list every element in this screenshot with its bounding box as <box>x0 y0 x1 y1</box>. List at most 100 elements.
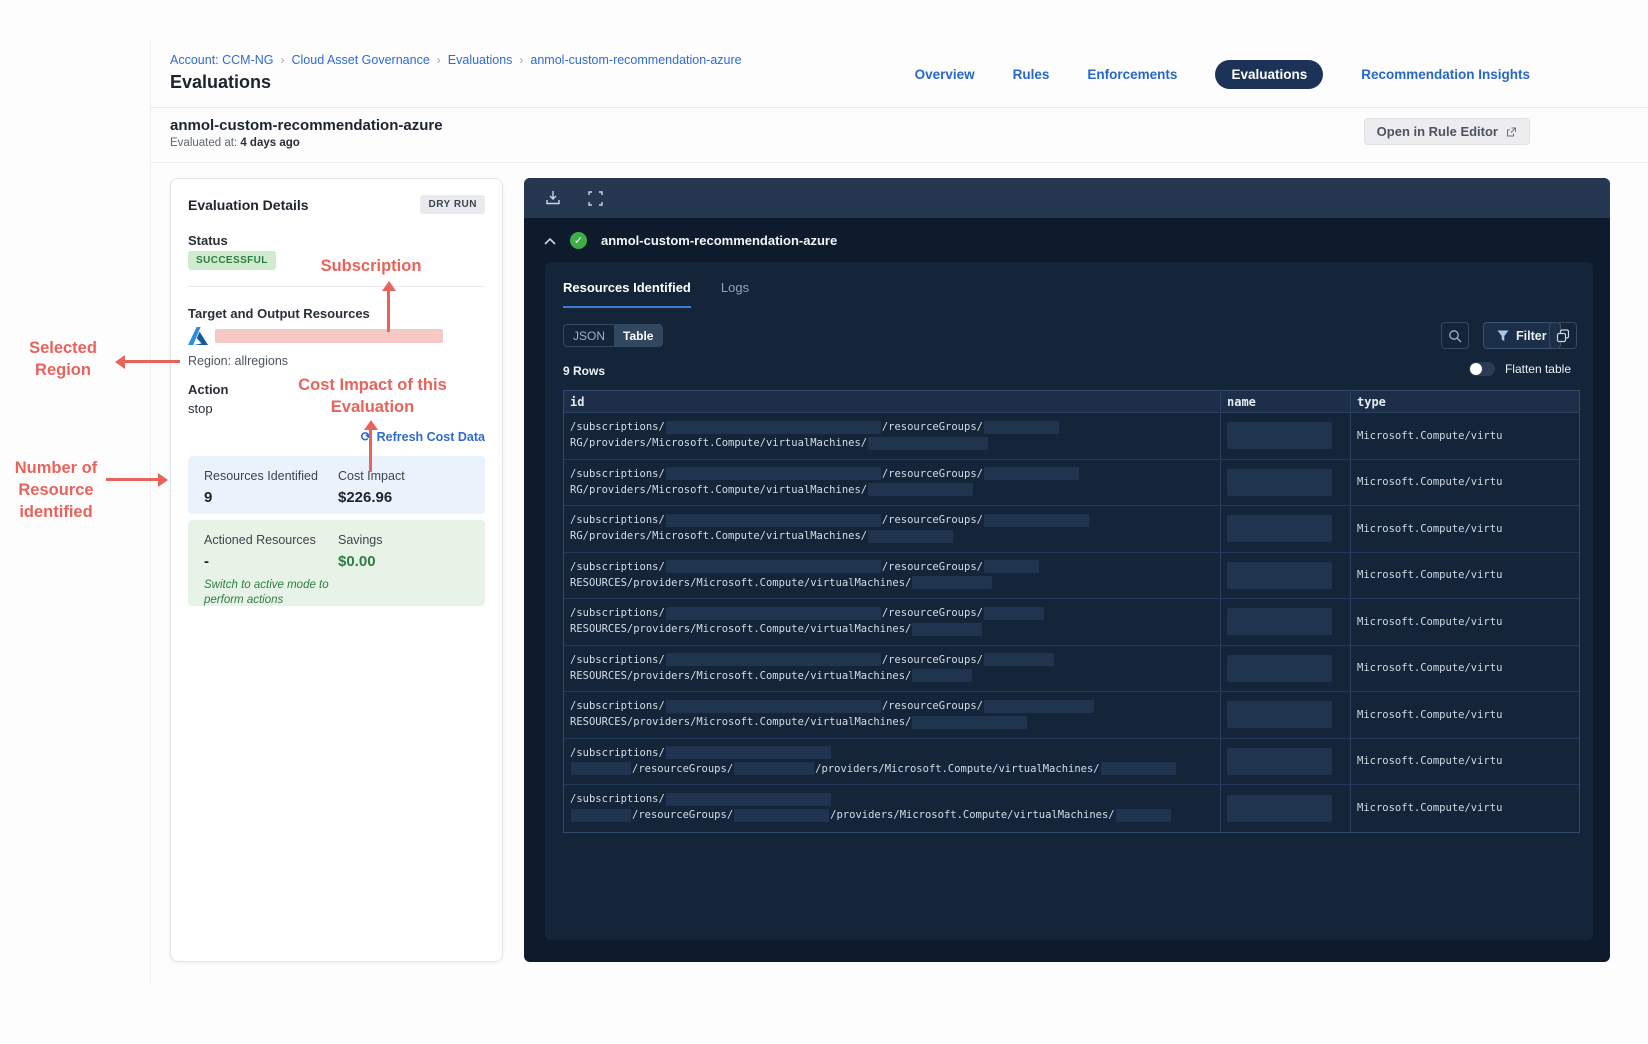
tab-overview[interactable]: Overview <box>915 67 975 82</box>
azure-icon <box>188 327 208 345</box>
annotation-resource-count: Number of Resource identified <box>0 457 112 523</box>
subheader-divider <box>150 162 1648 163</box>
download-icon[interactable] <box>544 189 562 207</box>
run-title: anmol-custom-recommendation-azure <box>601 233 838 248</box>
resource-type-text: Microsoft.Compute/virtu <box>1357 708 1503 721</box>
savings-value: $0.00 <box>338 553 376 570</box>
table-row[interactable]: /subscriptions/ /resourceGroups/RG/provid… <box>564 506 1579 553</box>
resource-id-text: RESOURCES/providers/Microsoft.Compute/vi… <box>570 623 912 635</box>
resource-id-text: /resourceGroups/ <box>881 514 983 526</box>
tab-logs[interactable]: Logs <box>721 280 749 308</box>
open-rule-editor-label: Open in Rule Editor <box>1376 124 1498 139</box>
refresh-cost-data-label: Refresh Cost Data <box>376 430 485 444</box>
page-title: Evaluations <box>170 72 272 92</box>
cell-name <box>1221 552 1351 598</box>
annotation-region-arrowhead <box>115 355 125 369</box>
redacted-value <box>983 699 1094 713</box>
search-button[interactable] <box>1441 322 1469 349</box>
cell-name <box>1221 785 1351 832</box>
cell-type: Microsoft.Compute/virtu <box>1351 692 1578 738</box>
redacted-value <box>665 699 881 713</box>
column-header-type[interactable]: type <box>1351 391 1578 412</box>
resource-type-text: Microsoft.Compute/virtu <box>1357 802 1503 815</box>
region-value: Region: allregions <box>188 354 289 368</box>
table-row[interactable]: /subscriptions/ /resourceGroups/RESOURCES… <box>564 645 1579 692</box>
status-label: Status <box>188 233 228 248</box>
breadcrumb-governance[interactable]: Cloud Asset Governance <box>292 53 430 67</box>
action-label: Action <box>188 382 229 397</box>
annotation-resource-count-line2: Resource <box>18 481 94 499</box>
table-row[interactable]: /subscriptions/ /resourceGroups/RESOURCES… <box>564 599 1579 646</box>
chevron-up-icon[interactable] <box>544 237 556 245</box>
view-toggle-json[interactable]: JSON <box>564 325 614 346</box>
annotation-cost-impact-line1: Cost Impact of this <box>298 376 447 394</box>
annotation-resource-count-line1: Number of <box>14 459 98 477</box>
resource-id-text: /resourceGroups/ <box>881 653 983 666</box>
cell-id: /subscriptions/ /resourceGroups/RESOURCES… <box>564 692 1221 738</box>
evaluated-at-label: Evaluated at: <box>170 137 238 149</box>
evaluated-at: Evaluated at: 4 days ago <box>170 137 300 149</box>
breadcrumb-rule-name[interactable]: anmol-custom-recommendation-azure <box>530 53 741 67</box>
redacted-value <box>912 622 983 636</box>
annotation-region-arrow <box>124 360 180 363</box>
breadcrumb-account[interactable]: Account: CCM-NG <box>170 53 274 67</box>
resource-id-text: RESOURCES/providers/Microsoft.Compute/vi… <box>570 669 912 682</box>
redacted-value <box>983 467 1079 480</box>
flatten-toggle[interactable] <box>1468 362 1495 376</box>
tab-rules[interactable]: Rules <box>1013 67 1050 82</box>
resource-id-text: /subscriptions/ <box>570 746 665 759</box>
table-row[interactable]: /subscriptions/ /resourceGroups/RG/provid… <box>564 413 1579 460</box>
resource-id-text: /resourceGroups/ <box>632 762 734 775</box>
redacted-value <box>665 513 881 527</box>
column-header-name[interactable]: name <box>1221 391 1351 412</box>
redacted-value <box>1100 762 1176 775</box>
cell-type: Microsoft.Compute/virtu <box>1351 460 1578 506</box>
redacted-name <box>1227 515 1332 543</box>
redacted-value <box>571 762 631 775</box>
resource-id-text: /subscriptions/ <box>570 700 665 712</box>
redacted-value <box>665 746 831 759</box>
redacted-value <box>571 808 631 822</box>
redacted-name <box>1227 747 1332 775</box>
cell-name <box>1221 738 1351 784</box>
tab-enforcements[interactable]: Enforcements <box>1087 67 1177 82</box>
view-toggle: JSON Table <box>563 324 664 347</box>
breadcrumb-evaluations[interactable]: Evaluations <box>448 53 513 67</box>
flatten-label: Flatten table <box>1504 362 1571 376</box>
status-badge: SUCCESSFUL <box>188 251 276 270</box>
annotation-count-arrowhead <box>158 473 168 487</box>
view-toggle-table[interactable]: Table <box>614 325 663 346</box>
tab-resources-identified[interactable]: Resources Identified <box>563 280 691 308</box>
rows-count: 9 Rows <box>563 364 606 378</box>
redacted-value <box>912 669 973 682</box>
table-body: /subscriptions/ /resourceGroups/RG/provid… <box>564 413 1579 832</box>
resource-type-text: Microsoft.Compute/virtu <box>1357 615 1503 628</box>
cell-name <box>1221 645 1351 691</box>
open-rule-editor-button[interactable]: Open in Rule Editor <box>1363 118 1530 145</box>
table-row[interactable]: /subscriptions/ /resourceGroups/ /provider… <box>564 785 1579 832</box>
tab-recommendation-insights[interactable]: Recommendation Insights <box>1361 67 1530 82</box>
table-row[interactable]: /subscriptions/ /resourceGroups/ /provider… <box>564 738 1579 785</box>
page: Account: CCM-NG › Cloud Asset Governance… <box>0 0 1648 1044</box>
table-row[interactable]: /subscriptions/ /resourceGroups/RG/provid… <box>564 459 1579 506</box>
breadcrumb-separator: › <box>519 53 524 67</box>
redacted-value <box>1115 808 1171 822</box>
resource-id-text: RESOURCES/providers/Microsoft.Compute/vi… <box>570 716 912 728</box>
table-row[interactable]: /subscriptions/ /resourceGroups/RESOURCES… <box>564 552 1579 599</box>
resource-type-text: Microsoft.Compute/virtu <box>1357 569 1503 582</box>
annotation-cost-arrow <box>369 429 372 472</box>
fullscreen-icon[interactable] <box>586 189 604 207</box>
target-resources-label: Target and Output Resources <box>188 306 370 321</box>
annotation-cost-impact: Cost Impact of this Evaluation <box>290 374 455 418</box>
column-header-id[interactable]: id <box>564 391 1221 412</box>
tab-evaluations[interactable]: Evaluations <box>1215 60 1324 89</box>
annotation-cost-impact-line2: Evaluation <box>330 398 415 416</box>
refresh-cost-data-link[interactable]: ⟳ Refresh Cost Data <box>361 429 485 445</box>
redacted-value <box>912 715 1028 729</box>
savings-label: Savings <box>338 533 383 547</box>
copy-button[interactable] <box>1549 322 1577 349</box>
redacted-name <box>1227 701 1332 729</box>
resources-identified-value: 9 <box>204 489 213 506</box>
table-row[interactable]: /subscriptions/ /resourceGroups/RESOURCES… <box>564 692 1579 739</box>
redacted-value <box>912 576 993 589</box>
